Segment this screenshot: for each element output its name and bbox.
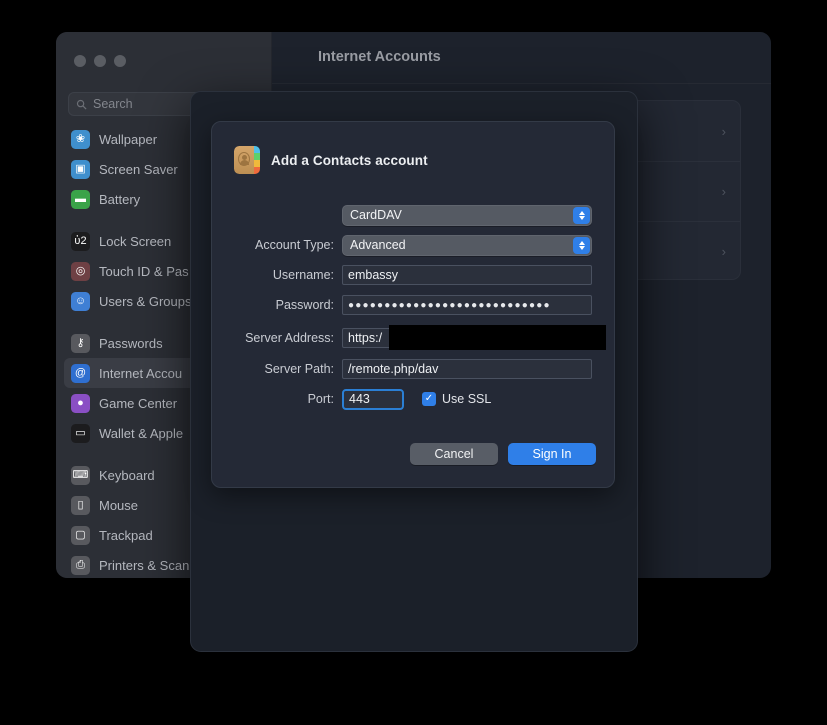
sidebar-item-label: Wallpaper: [99, 132, 157, 147]
server-path-value: /remote.php/dav: [348, 362, 438, 376]
add-account-dialog: Add a Contacts account CardDAV Account Ty…: [211, 121, 615, 488]
zoom-button[interactable]: [114, 55, 126, 67]
sidebar-item-label: Game Center: [99, 396, 177, 411]
minimize-button[interactable]: [94, 55, 106, 67]
sidebar-item-label: Internet Accou: [99, 366, 182, 381]
game-center-icon: ●: [71, 394, 90, 413]
server-path-input[interactable]: /remote.php/dav: [342, 359, 592, 379]
password-input[interactable]: ●●●●●●●●●●●●●●●●●●●●●●●●●●●●: [342, 295, 592, 315]
port-input[interactable]: 443: [342, 389, 404, 410]
account-type-select[interactable]: Advanced: [342, 235, 592, 256]
dialog-buttons: Cancel Sign In: [410, 443, 596, 465]
screen-saver-icon: ▣: [71, 160, 90, 179]
wallet-icon: ▭: [71, 424, 90, 443]
password-label: Password:: [212, 298, 342, 312]
server-address-value: https:/: [348, 331, 382, 345]
sidebar-item-label: Users & Groups: [99, 294, 191, 309]
sidebar-item-label: Printers & Scan: [99, 558, 189, 573]
port-row: Port: 443 ✓ Use SSL: [212, 388, 614, 410]
close-button[interactable]: [74, 55, 86, 67]
passwords-icon: ⚷: [71, 334, 90, 353]
sidebar-item-label: Touch ID & Pas: [99, 264, 189, 279]
dialog-title: Add a Contacts account: [271, 153, 428, 168]
server-address-row: Server Address: https:/: [212, 327, 614, 349]
port-label: Port:: [212, 392, 342, 406]
sidebar-item-label: Mouse: [99, 498, 138, 513]
chevron-right-icon: ›: [722, 124, 726, 139]
internet-accounts-icon: @: [71, 364, 90, 383]
account-type-label: Account Type:: [212, 238, 342, 252]
use-ssl-label: Use SSL: [442, 392, 491, 406]
account-type-value: Advanced: [350, 238, 406, 252]
server-address-label: Server Address:: [212, 331, 342, 345]
battery-icon: ▬: [71, 190, 90, 209]
contacts-book-icon: [234, 146, 260, 174]
search-icon: [76, 99, 87, 110]
sidebar-item-label: Passwords: [99, 336, 163, 351]
password-row: Password: ●●●●●●●●●●●●●●●●●●●●●●●●●●●●: [212, 294, 614, 316]
sidebar-item-label: Keyboard: [99, 468, 155, 483]
sign-in-button[interactable]: Sign In: [508, 443, 596, 465]
sidebar-item-label: Wallet & Apple: [99, 426, 183, 441]
screen: Search ❀ Wallpaper ▣ Screen Saver ▬ Battery ὑ2…: [0, 0, 827, 725]
username-label: Username:: [212, 268, 342, 282]
account-service-select[interactable]: CardDAV: [342, 205, 592, 226]
sidebar-item-label: Screen Saver: [99, 162, 178, 177]
redaction-bar: [389, 325, 606, 350]
search-placeholder: Search: [93, 97, 133, 111]
dialog-header: Add a Contacts account: [234, 146, 428, 174]
chevron-right-icon: ›: [722, 244, 726, 259]
cancel-button[interactable]: Cancel: [410, 443, 498, 465]
use-ssl-checkbox[interactable]: ✓ Use SSL: [422, 392, 491, 406]
touch-id-icon: ◎: [71, 262, 90, 281]
trackpad-icon: ▢: [71, 526, 90, 545]
account-service-row: CardDAV: [212, 204, 614, 226]
lock-screen-icon: ὑ2: [71, 232, 90, 251]
password-value: ●●●●●●●●●●●●●●●●●●●●●●●●●●●●: [348, 300, 551, 311]
chevron-updown-icon[interactable]: [573, 207, 590, 224]
chevron-right-icon: ›: [722, 184, 726, 199]
username-value: embassy: [348, 268, 398, 282]
keyboard-icon: ⌨: [71, 466, 90, 485]
users-groups-icon: ☺: [71, 292, 90, 311]
account-type-row: Account Type: Advanced: [212, 234, 614, 256]
username-row: Username: embassy: [212, 264, 614, 286]
server-path-label: Server Path:: [212, 362, 342, 376]
checkmark-icon: ✓: [422, 392, 436, 406]
sidebar-item-label: Trackpad: [99, 528, 153, 543]
username-input[interactable]: embassy: [342, 265, 592, 285]
wallpaper-icon: ❀: [71, 130, 90, 149]
sidebar-item-label: Lock Screen: [99, 234, 171, 249]
page-title: Internet Accounts: [318, 49, 441, 65]
server-path-row: Server Path: /remote.php/dav: [212, 358, 614, 380]
printers-scanners-icon: ⎙: [71, 556, 90, 575]
traffic-lights[interactable]: [74, 55, 126, 67]
mouse-icon: ▯: [71, 496, 90, 515]
chevron-updown-icon[interactable]: [573, 237, 590, 254]
account-service-value: CardDAV: [350, 208, 402, 222]
sidebar-item-label: Battery: [99, 192, 140, 207]
